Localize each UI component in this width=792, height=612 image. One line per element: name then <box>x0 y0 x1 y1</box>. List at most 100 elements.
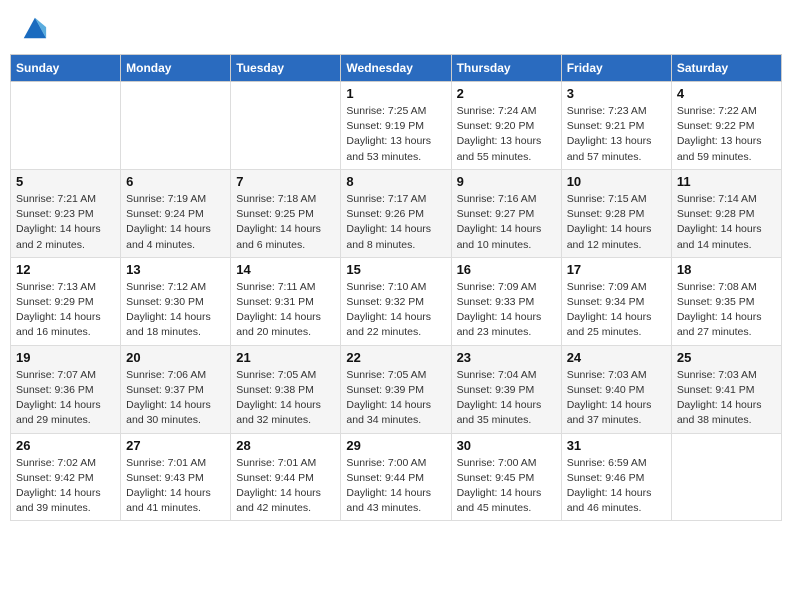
weekday-header-saturday: Saturday <box>671 55 781 82</box>
day-number: 6 <box>126 174 225 189</box>
day-number: 19 <box>16 350 115 365</box>
day-info: Sunrise: 7:16 AM Sunset: 9:27 PM Dayligh… <box>457 192 556 253</box>
day-number: 11 <box>677 174 776 189</box>
day-number: 5 <box>16 174 115 189</box>
calendar-cell: 25 Sunrise: 7:03 AM Sunset: 9:41 PM Dayli… <box>671 345 781 433</box>
day-info: Sunrise: 7:13 AM Sunset: 9:29 PM Dayligh… <box>16 280 115 341</box>
calendar-cell: 8 Sunrise: 7:17 AM Sunset: 9:26 PM Daylig… <box>341 169 451 257</box>
day-info: Sunrise: 7:10 AM Sunset: 9:32 PM Dayligh… <box>346 280 445 341</box>
day-info: Sunrise: 7:17 AM Sunset: 9:26 PM Dayligh… <box>346 192 445 253</box>
page-header <box>10 10 782 46</box>
day-info: Sunrise: 7:06 AM Sunset: 9:37 PM Dayligh… <box>126 368 225 429</box>
calendar-week-row: 12 Sunrise: 7:13 AM Sunset: 9:29 PM Dayli… <box>11 257 782 345</box>
day-info: Sunrise: 7:01 AM Sunset: 9:44 PM Dayligh… <box>236 456 335 517</box>
calendar-cell: 21 Sunrise: 7:05 AM Sunset: 9:38 PM Dayli… <box>231 345 341 433</box>
day-info: Sunrise: 7:05 AM Sunset: 9:39 PM Dayligh… <box>346 368 445 429</box>
day-number: 1 <box>346 86 445 101</box>
calendar-week-row: 5Sunrise: 7:21 AM Sunset: 9:23 PM Daylig… <box>11 169 782 257</box>
day-info: Sunrise: 7:22 AM Sunset: 9:22 PM Dayligh… <box>677 104 776 165</box>
weekday-header-thursday: Thursday <box>451 55 561 82</box>
calendar-cell: 4 Sunrise: 7:22 AM Sunset: 9:22 PM Daylig… <box>671 82 781 170</box>
calendar-cell: 23 Sunrise: 7:04 AM Sunset: 9:39 PM Dayli… <box>451 345 561 433</box>
day-info: Sunrise: 7:11 AM Sunset: 9:31 PM Dayligh… <box>236 280 335 341</box>
day-number: 30 <box>457 438 556 453</box>
calendar-cell <box>671 433 781 521</box>
day-info: Sunrise: 7:14 AM Sunset: 9:28 PM Dayligh… <box>677 192 776 253</box>
day-number: 29 <box>346 438 445 453</box>
weekday-header-tuesday: Tuesday <box>231 55 341 82</box>
day-number: 16 <box>457 262 556 277</box>
calendar-cell: 9 Sunrise: 7:16 AM Sunset: 9:27 PM Daylig… <box>451 169 561 257</box>
calendar-cell: 30 Sunrise: 7:00 AM Sunset: 9:45 PM Dayli… <box>451 433 561 521</box>
day-info: Sunrise: 7:09 AM Sunset: 9:33 PM Dayligh… <box>457 280 556 341</box>
calendar-header-row: SundayMondayTuesdayWednesdayThursdayFrid… <box>11 55 782 82</box>
day-number: 2 <box>457 86 556 101</box>
day-info: Sunrise: 6:59 AM Sunset: 9:46 PM Dayligh… <box>567 456 666 517</box>
day-number: 9 <box>457 174 556 189</box>
day-info: Sunrise: 7:07 AM Sunset: 9:36 PM Dayligh… <box>16 368 115 429</box>
calendar-cell: 2 Sunrise: 7:24 AM Sunset: 9:20 PM Daylig… <box>451 82 561 170</box>
calendar-week-row: 1 Sunrise: 7:25 AM Sunset: 9:19 PM Daylig… <box>11 82 782 170</box>
calendar-cell: 14 Sunrise: 7:11 AM Sunset: 9:31 PM Dayli… <box>231 257 341 345</box>
day-number: 31 <box>567 438 666 453</box>
day-number: 25 <box>677 350 776 365</box>
calendar-cell: 12 Sunrise: 7:13 AM Sunset: 9:29 PM Dayli… <box>11 257 121 345</box>
day-number: 24 <box>567 350 666 365</box>
logo <box>18 14 48 42</box>
day-info: Sunrise: 7:08 AM Sunset: 9:35 PM Dayligh… <box>677 280 776 341</box>
day-info: Sunrise: 7:00 AM Sunset: 9:45 PM Dayligh… <box>457 456 556 517</box>
day-info: Sunrise: 7:02 AM Sunset: 9:42 PM Dayligh… <box>16 456 115 517</box>
day-number: 10 <box>567 174 666 189</box>
calendar-week-row: 26 Sunrise: 7:02 AM Sunset: 9:42 PM Dayli… <box>11 433 782 521</box>
day-number: 8 <box>346 174 445 189</box>
day-info: Sunrise: 7:23 AM Sunset: 9:21 PM Dayligh… <box>567 104 666 165</box>
weekday-header-sunday: Sunday <box>11 55 121 82</box>
calendar-cell: 13Sunrise: 7:12 AM Sunset: 9:30 PM Dayli… <box>121 257 231 345</box>
calendar-cell: 31 Sunrise: 6:59 AM Sunset: 9:46 PM Dayli… <box>561 433 671 521</box>
day-number: 18 <box>677 262 776 277</box>
weekday-header-monday: Monday <box>121 55 231 82</box>
logo-icon <box>20 14 48 42</box>
day-number: 20 <box>126 350 225 365</box>
calendar-table: SundayMondayTuesdayWednesdayThursdayFrid… <box>10 54 782 521</box>
calendar-cell: 18 Sunrise: 7:08 AM Sunset: 9:35 PM Dayli… <box>671 257 781 345</box>
calendar-cell <box>11 82 121 170</box>
day-number: 21 <box>236 350 335 365</box>
day-number: 27 <box>126 438 225 453</box>
day-number: 4 <box>677 86 776 101</box>
day-info: Sunrise: 7:03 AM Sunset: 9:41 PM Dayligh… <box>677 368 776 429</box>
calendar-cell: 27Sunrise: 7:01 AM Sunset: 9:43 PM Dayli… <box>121 433 231 521</box>
day-info: Sunrise: 7:00 AM Sunset: 9:44 PM Dayligh… <box>346 456 445 517</box>
day-number: 23 <box>457 350 556 365</box>
calendar-cell: 22 Sunrise: 7:05 AM Sunset: 9:39 PM Dayli… <box>341 345 451 433</box>
day-info: Sunrise: 7:15 AM Sunset: 9:28 PM Dayligh… <box>567 192 666 253</box>
day-number: 26 <box>16 438 115 453</box>
day-number: 15 <box>346 262 445 277</box>
day-info: Sunrise: 7:04 AM Sunset: 9:39 PM Dayligh… <box>457 368 556 429</box>
calendar-cell: 15 Sunrise: 7:10 AM Sunset: 9:32 PM Dayli… <box>341 257 451 345</box>
calendar-cell: 29 Sunrise: 7:00 AM Sunset: 9:44 PM Dayli… <box>341 433 451 521</box>
day-number: 3 <box>567 86 666 101</box>
day-info: Sunrise: 7:25 AM Sunset: 9:19 PM Dayligh… <box>346 104 445 165</box>
calendar-cell: 20 Sunrise: 7:06 AM Sunset: 9:37 PM Dayli… <box>121 345 231 433</box>
day-number: 17 <box>567 262 666 277</box>
weekday-header-friday: Friday <box>561 55 671 82</box>
day-info: Sunrise: 7:24 AM Sunset: 9:20 PM Dayligh… <box>457 104 556 165</box>
calendar-cell <box>231 82 341 170</box>
calendar-cell: 19 Sunrise: 7:07 AM Sunset: 9:36 PM Dayli… <box>11 345 121 433</box>
calendar-cell: 3 Sunrise: 7:23 AM Sunset: 9:21 PM Daylig… <box>561 82 671 170</box>
calendar-cell <box>121 82 231 170</box>
day-number: 13 <box>126 262 225 277</box>
calendar-week-row: 19 Sunrise: 7:07 AM Sunset: 9:36 PM Dayli… <box>11 345 782 433</box>
calendar-cell: 16 Sunrise: 7:09 AM Sunset: 9:33 PM Dayli… <box>451 257 561 345</box>
day-info: Sunrise: 7:09 AM Sunset: 9:34 PM Dayligh… <box>567 280 666 341</box>
calendar-cell: 28 Sunrise: 7:01 AM Sunset: 9:44 PM Dayli… <box>231 433 341 521</box>
calendar-cell: 6Sunrise: 7:19 AM Sunset: 9:24 PM Daylig… <box>121 169 231 257</box>
day-number: 14 <box>236 262 335 277</box>
day-number: 12 <box>16 262 115 277</box>
day-number: 22 <box>346 350 445 365</box>
calendar-cell: 11 Sunrise: 7:14 AM Sunset: 9:28 PM Dayli… <box>671 169 781 257</box>
calendar-cell: 7Sunrise: 7:18 AM Sunset: 9:25 PM Daylig… <box>231 169 341 257</box>
day-number: 28 <box>236 438 335 453</box>
day-info: Sunrise: 7:05 AM Sunset: 9:38 PM Dayligh… <box>236 368 335 429</box>
